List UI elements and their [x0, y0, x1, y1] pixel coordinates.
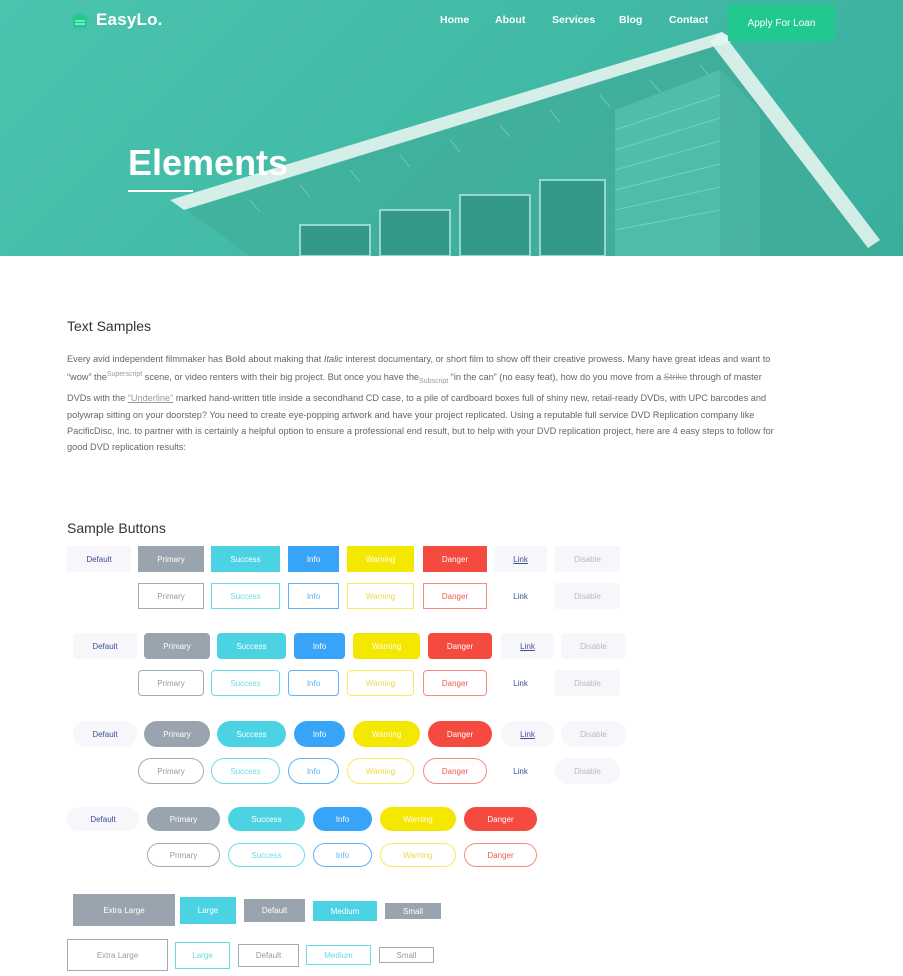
- logo-text: EasyLo.: [96, 10, 163, 29]
- extra-large-outline-button[interactable]: Extra Large: [67, 939, 168, 971]
- warning-circle-outline-button[interactable]: Warning: [347, 758, 414, 784]
- default-pill-button[interactable]: Default: [67, 807, 139, 831]
- danger-radius-outline-button[interactable]: Danger: [423, 670, 487, 696]
- primary-pill-button[interactable]: Primary: [147, 807, 220, 831]
- warning-outline-button[interactable]: Warning: [347, 583, 414, 609]
- info-button[interactable]: Info: [288, 546, 339, 572]
- para-text: scene, or video renters with their big p…: [142, 372, 420, 383]
- para-text: marked hand-written title inside a secon…: [67, 393, 774, 453]
- house-icon: [71, 12, 89, 28]
- small-button[interactable]: Small: [385, 903, 441, 919]
- apply-for-loan-button[interactable]: Apply For Loan: [728, 5, 835, 41]
- default-size-outline-button[interactable]: Default: [238, 944, 299, 967]
- primary-circle-outline-button[interactable]: Primary: [138, 758, 204, 784]
- info-pill-button[interactable]: Info: [313, 807, 372, 831]
- info-circle-outline-button[interactable]: Info: [288, 758, 339, 784]
- warning-pill-outline-button[interactable]: Warning: [380, 843, 456, 867]
- danger-circle-outline-button[interactable]: Danger: [423, 758, 487, 784]
- large-button[interactable]: Large: [180, 897, 236, 924]
- primary-button[interactable]: Primary: [138, 546, 204, 572]
- link-button[interactable]: Link: [494, 546, 547, 572]
- disable-radius-button: Disable: [561, 633, 626, 659]
- success-outline-button[interactable]: Success: [211, 583, 280, 609]
- warning-radius-button[interactable]: Warning: [353, 633, 420, 659]
- bold-text: Bold: [225, 354, 246, 364]
- nav-about[interactable]: About: [495, 14, 525, 26]
- primary-pill-outline-button[interactable]: Primary: [147, 843, 220, 867]
- disable-radius-outline-button: Disable: [555, 670, 620, 696]
- primary-circle-button[interactable]: Primary: [144, 721, 210, 747]
- success-circle-outline-button[interactable]: Success: [211, 758, 280, 784]
- nav-home[interactable]: Home: [440, 14, 469, 26]
- success-circle-button[interactable]: Success: [217, 721, 286, 747]
- success-radius-outline-button[interactable]: Success: [211, 670, 280, 696]
- warning-radius-outline-button[interactable]: Warning: [347, 670, 414, 696]
- link-circle-button[interactable]: Link: [501, 721, 554, 747]
- primary-outline-button[interactable]: Primary: [138, 583, 204, 609]
- medium-button[interactable]: Medium: [313, 901, 377, 921]
- subscript-text: Subscript: [419, 378, 449, 386]
- danger-pill-button[interactable]: Danger: [464, 807, 537, 831]
- italic-text: Italic: [323, 354, 343, 364]
- info-circle-button[interactable]: Info: [294, 721, 345, 747]
- title-underline: [128, 190, 193, 192]
- link-radius-outline-button[interactable]: Link: [494, 670, 547, 696]
- link-radius-button[interactable]: Link: [501, 633, 554, 659]
- text-samples-title: Text Samples: [67, 318, 152, 334]
- page-title: Elements: [128, 142, 289, 183]
- text-samples-paragraph: Every avid independent filmmaker has Bol…: [67, 351, 787, 456]
- nav-services[interactable]: Services: [552, 14, 595, 26]
- disable-button: Disable: [555, 546, 620, 572]
- logo[interactable]: EasyLo.: [70, 10, 163, 30]
- success-button[interactable]: Success: [211, 546, 280, 572]
- warning-button[interactable]: Warning: [347, 546, 414, 572]
- info-radius-outline-button[interactable]: Info: [288, 670, 339, 696]
- nav-contact[interactable]: Contact: [669, 14, 708, 26]
- primary-radius-outline-button[interactable]: Primary: [138, 670, 204, 696]
- small-outline-button[interactable]: Small: [379, 947, 434, 963]
- info-pill-outline-button[interactable]: Info: [313, 843, 372, 867]
- default-size-button[interactable]: Default: [244, 899, 305, 922]
- disable-circle-button: Disable: [561, 721, 626, 747]
- default-button[interactable]: Default: [67, 546, 131, 572]
- default-circle-button[interactable]: Default: [73, 721, 137, 747]
- warning-pill-button[interactable]: Warning: [380, 807, 456, 831]
- danger-circle-button[interactable]: Danger: [428, 721, 492, 747]
- medium-outline-button[interactable]: Medium: [306, 945, 371, 965]
- success-pill-button[interactable]: Success: [228, 807, 305, 831]
- hero-banner: EasyLo. Home About Services Blog Contact…: [0, 0, 903, 256]
- nav-blog[interactable]: Blog: [619, 14, 642, 26]
- default-radius-button[interactable]: Default: [73, 633, 137, 659]
- large-outline-button[interactable]: Large: [175, 942, 230, 969]
- para-text: about making that: [245, 354, 324, 364]
- sample-buttons-title: Sample Buttons: [67, 520, 166, 536]
- link-circle-outline-button[interactable]: Link: [494, 758, 547, 784]
- success-radius-button[interactable]: Success: [217, 633, 286, 659]
- danger-button[interactable]: Danger: [423, 546, 487, 572]
- strike-text: Strike: [663, 372, 688, 383]
- info-radius-button[interactable]: Info: [294, 633, 345, 659]
- warning-circle-button[interactable]: Warning: [353, 721, 420, 747]
- danger-outline-button[interactable]: Danger: [423, 583, 487, 609]
- danger-radius-button[interactable]: Danger: [428, 633, 492, 659]
- para-text: Every avid independent filmmaker has: [67, 354, 226, 364]
- extra-large-button[interactable]: Extra Large: [73, 894, 175, 926]
- disable-outline-button: Disable: [555, 583, 620, 609]
- para-text: “in the can” (no easy feat), how do you …: [448, 372, 664, 383]
- disable-circle-outline-button: Disable: [555, 758, 620, 784]
- info-outline-button[interactable]: Info: [288, 583, 339, 609]
- link-outline-button[interactable]: Link: [494, 583, 547, 609]
- primary-radius-button[interactable]: Primary: [144, 633, 210, 659]
- top-nav: EasyLo. Home About Services Blog Contact…: [0, 0, 903, 44]
- underline-text: “Underline”: [127, 393, 174, 404]
- superscript-text: Superscript: [106, 371, 143, 379]
- danger-pill-outline-button[interactable]: Danger: [464, 843, 537, 867]
- success-pill-outline-button[interactable]: Success: [228, 843, 305, 867]
